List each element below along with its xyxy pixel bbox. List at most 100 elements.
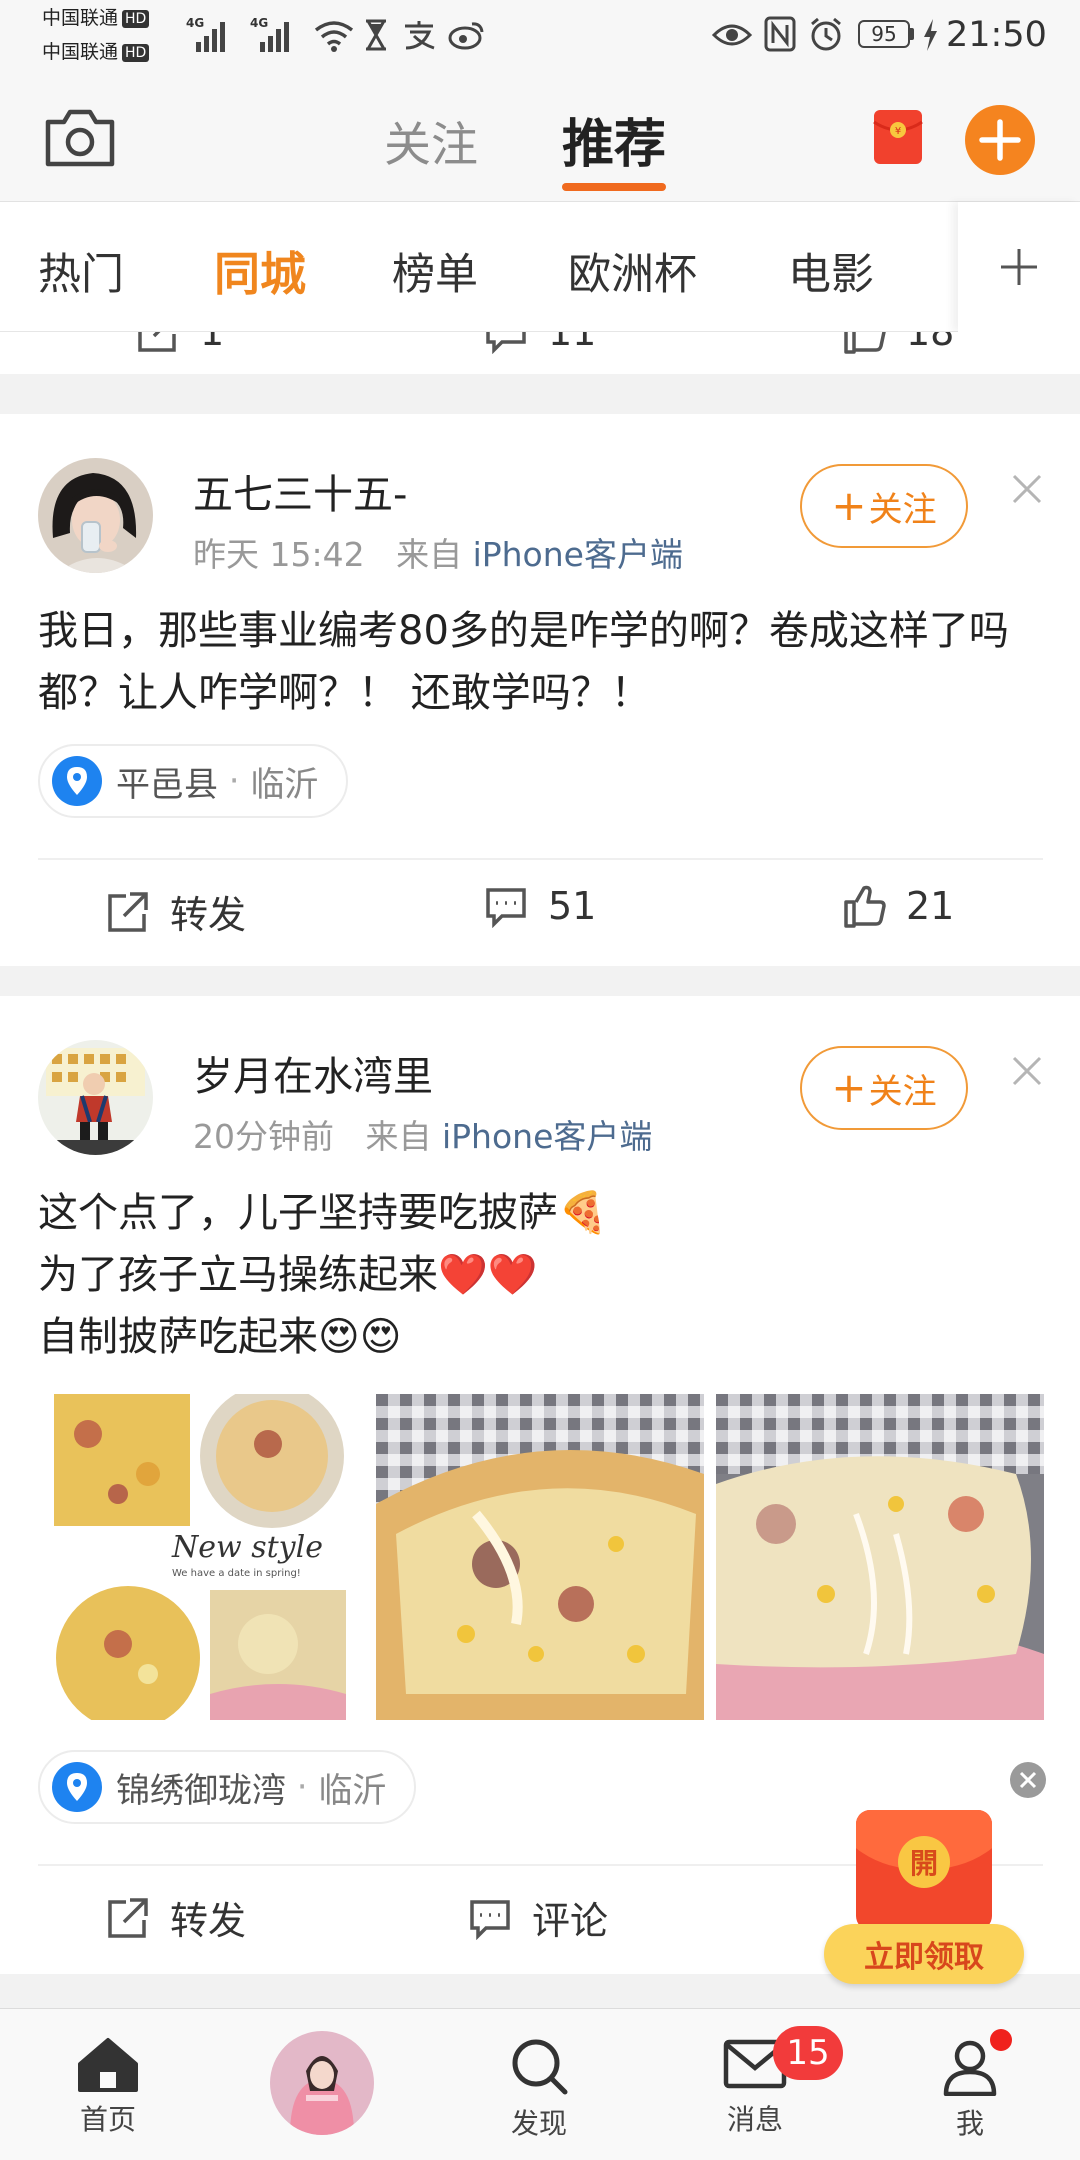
source-prefix: 来自 [396, 535, 463, 574]
username[interactable]: 岁月在水湾里 [193, 1044, 433, 1102]
location-tag[interactable]: 平邑县 · 临沂 [38, 744, 349, 818]
post-text-line: 自制披萨吃起来😍😍 [38, 1314, 402, 1360]
claim-now-button[interactable]: 立即领取 [824, 1924, 1024, 1984]
thumbs-up-icon [844, 885, 886, 928]
bottom-navigation: 首页 发现 消息 我 [0, 2008, 1080, 2160]
prev-comment-button[interactable]: 11 [484, 332, 596, 354]
tab-discover[interactable]: 发现 [464, 2009, 614, 2160]
location-city: 临沂 [318, 1770, 387, 1811]
post-source[interactable]: iPhone客户端 [473, 535, 683, 574]
source-prefix: 来自 [365, 1117, 432, 1156]
tab-me[interactable]: 我 [895, 2009, 1045, 2160]
post-text: 我日，那些事业编考80多的是咋学的啊？卷成这样了吗都？让人咋学啊？！ 还敢学吗？… [38, 608, 1009, 716]
comment-icon [486, 888, 526, 928]
channel-movies[interactable]: 电影 [788, 240, 874, 302]
alarm-icon [811, 17, 841, 51]
username[interactable]: 五七三十五- [193, 462, 407, 520]
battery-icon: 95 [858, 20, 910, 48]
post-time: 昨天 15:42 [193, 535, 365, 574]
comment-button[interactable]: 评论 [468, 1890, 608, 1945]
notification-dot [990, 2029, 1012, 2051]
messages-badge: 15 [773, 2026, 843, 2080]
follow-button[interactable]: + 关注 [800, 1046, 968, 1130]
location-pin-icon [52, 1762, 102, 1812]
follow-button[interactable]: + 关注 [800, 464, 968, 548]
user-avatar-image [38, 458, 153, 573]
clock: 21:50 [946, 15, 1047, 55]
tab-home[interactable]: 首页 [33, 2009, 183, 2160]
comment-icon [470, 1899, 510, 1940]
status-bar: 中国联通 HD 中国联通 HD 4G 4G 95 21:50 [0, 0, 1080, 80]
pizza-photo-image [376, 1394, 704, 1720]
alipay-icon [405, 21, 435, 50]
top-navigation: 关注 推荐 ¥ [0, 80, 1080, 202]
tab-recommend[interactable]: 推荐 [562, 102, 666, 177]
avatar-image [270, 2031, 374, 2135]
search-icon [512, 2039, 568, 2095]
hourglass-icon [366, 19, 386, 51]
channel-euro-cup[interactable]: 欧洲杯 [568, 240, 697, 302]
camera-icon[interactable] [44, 106, 116, 168]
prev-repost-button[interactable]: 1 [136, 332, 224, 354]
carrier-2: 中国联通 HD [42, 42, 150, 62]
prev-like-button[interactable]: 18 [842, 332, 954, 354]
battery-tip [910, 28, 914, 40]
post-card: 五七三十五- 昨天 15:42 来自 iPhone客户端 + 关注 我日，那些事业… [0, 414, 1080, 966]
post-source[interactable]: iPhone客户端 [442, 1117, 652, 1156]
svg-text:¥: ¥ [895, 126, 901, 137]
thumbs-up-icon [844, 332, 886, 354]
close-icon[interactable] [1008, 470, 1046, 508]
collage-subtitle: We have a date in spring! [172, 1568, 301, 1579]
avatar[interactable] [38, 1040, 153, 1155]
prev-post-actions: 1 11 18 [0, 332, 1080, 374]
like-button[interactable]: 21 [842, 884, 954, 928]
nfc-icon [764, 16, 796, 52]
channel-add-button[interactable] [958, 202, 1080, 332]
post-time: 20分钟前 [193, 1117, 334, 1156]
plus-icon [1001, 249, 1037, 285]
channel-tabs: 热门 同城 榜单 欧洲杯 电影 [0, 202, 1080, 332]
channel-ranking[interactable]: 榜单 [392, 240, 478, 302]
comment-button[interactable]: 51 [484, 884, 596, 928]
active-tab-indicator [562, 183, 666, 191]
profile-avatar[interactable] [270, 2031, 374, 2135]
post-image[interactable] [376, 1394, 704, 1720]
post-text-line: 为了孩子立马操练起来❤️❤️ [38, 1252, 538, 1298]
red-packet-close-button[interactable] [1010, 1762, 1046, 1798]
post-meta: 昨天 15:42 来自 iPhone客户端 [193, 528, 683, 576]
repost-button[interactable]: 转发 [106, 1890, 246, 1945]
eye-icon [712, 24, 752, 46]
user-avatar-image [38, 1040, 153, 1155]
location-tag[interactable]: 锦绣御珑湾 · 临沂 [38, 1750, 417, 1824]
wifi-icon [314, 21, 354, 52]
pizza-slice-image [716, 1394, 1044, 1720]
post-text-line: 这个点了，儿子坚持要吃披萨🍕 [38, 1190, 608, 1236]
post-image-collage[interactable]: New style We have a date in spring! [38, 1394, 364, 1720]
post-text: 这个点了，儿子坚持要吃披萨🍕 为了孩子立马操练起来❤️❤️ 自制披萨吃起来😍😍 [38, 1182, 1048, 1368]
compose-plus-icon[interactable] [964, 104, 1036, 176]
red-envelope-icon[interactable]: ¥ [872, 108, 924, 166]
location-name: 锦绣御珑湾 [116, 1770, 286, 1811]
location-pin-icon [52, 756, 102, 806]
share-icon [138, 332, 176, 352]
share-icon [108, 891, 148, 932]
location-city: 临沂 [250, 764, 319, 805]
post-image[interactable] [716, 1394, 1044, 1720]
close-icon[interactable] [1008, 1052, 1046, 1090]
close-icon [1019, 1771, 1037, 1789]
comment-icon [486, 332, 526, 354]
tab-follow[interactable]: 关注 [384, 106, 478, 175]
red-packet[interactable]: 開 [856, 1810, 992, 1930]
divider [38, 858, 1043, 860]
location-name: 平邑县 [116, 764, 218, 805]
channel-local[interactable]: 同城 [214, 238, 306, 304]
share-icon [108, 1897, 148, 1938]
carrier-1: 中国联通 HD [42, 8, 150, 28]
post-meta: 20分钟前 来自 iPhone客户端 [193, 1110, 652, 1158]
channel-hot[interactable]: 热门 [38, 240, 124, 302]
collage-title: New style [172, 1530, 323, 1565]
weibo-icon [448, 22, 484, 50]
repost-button[interactable]: 转发 [106, 884, 246, 939]
red-packet-open-icon: 開 [898, 1836, 950, 1888]
avatar[interactable] [38, 458, 153, 573]
